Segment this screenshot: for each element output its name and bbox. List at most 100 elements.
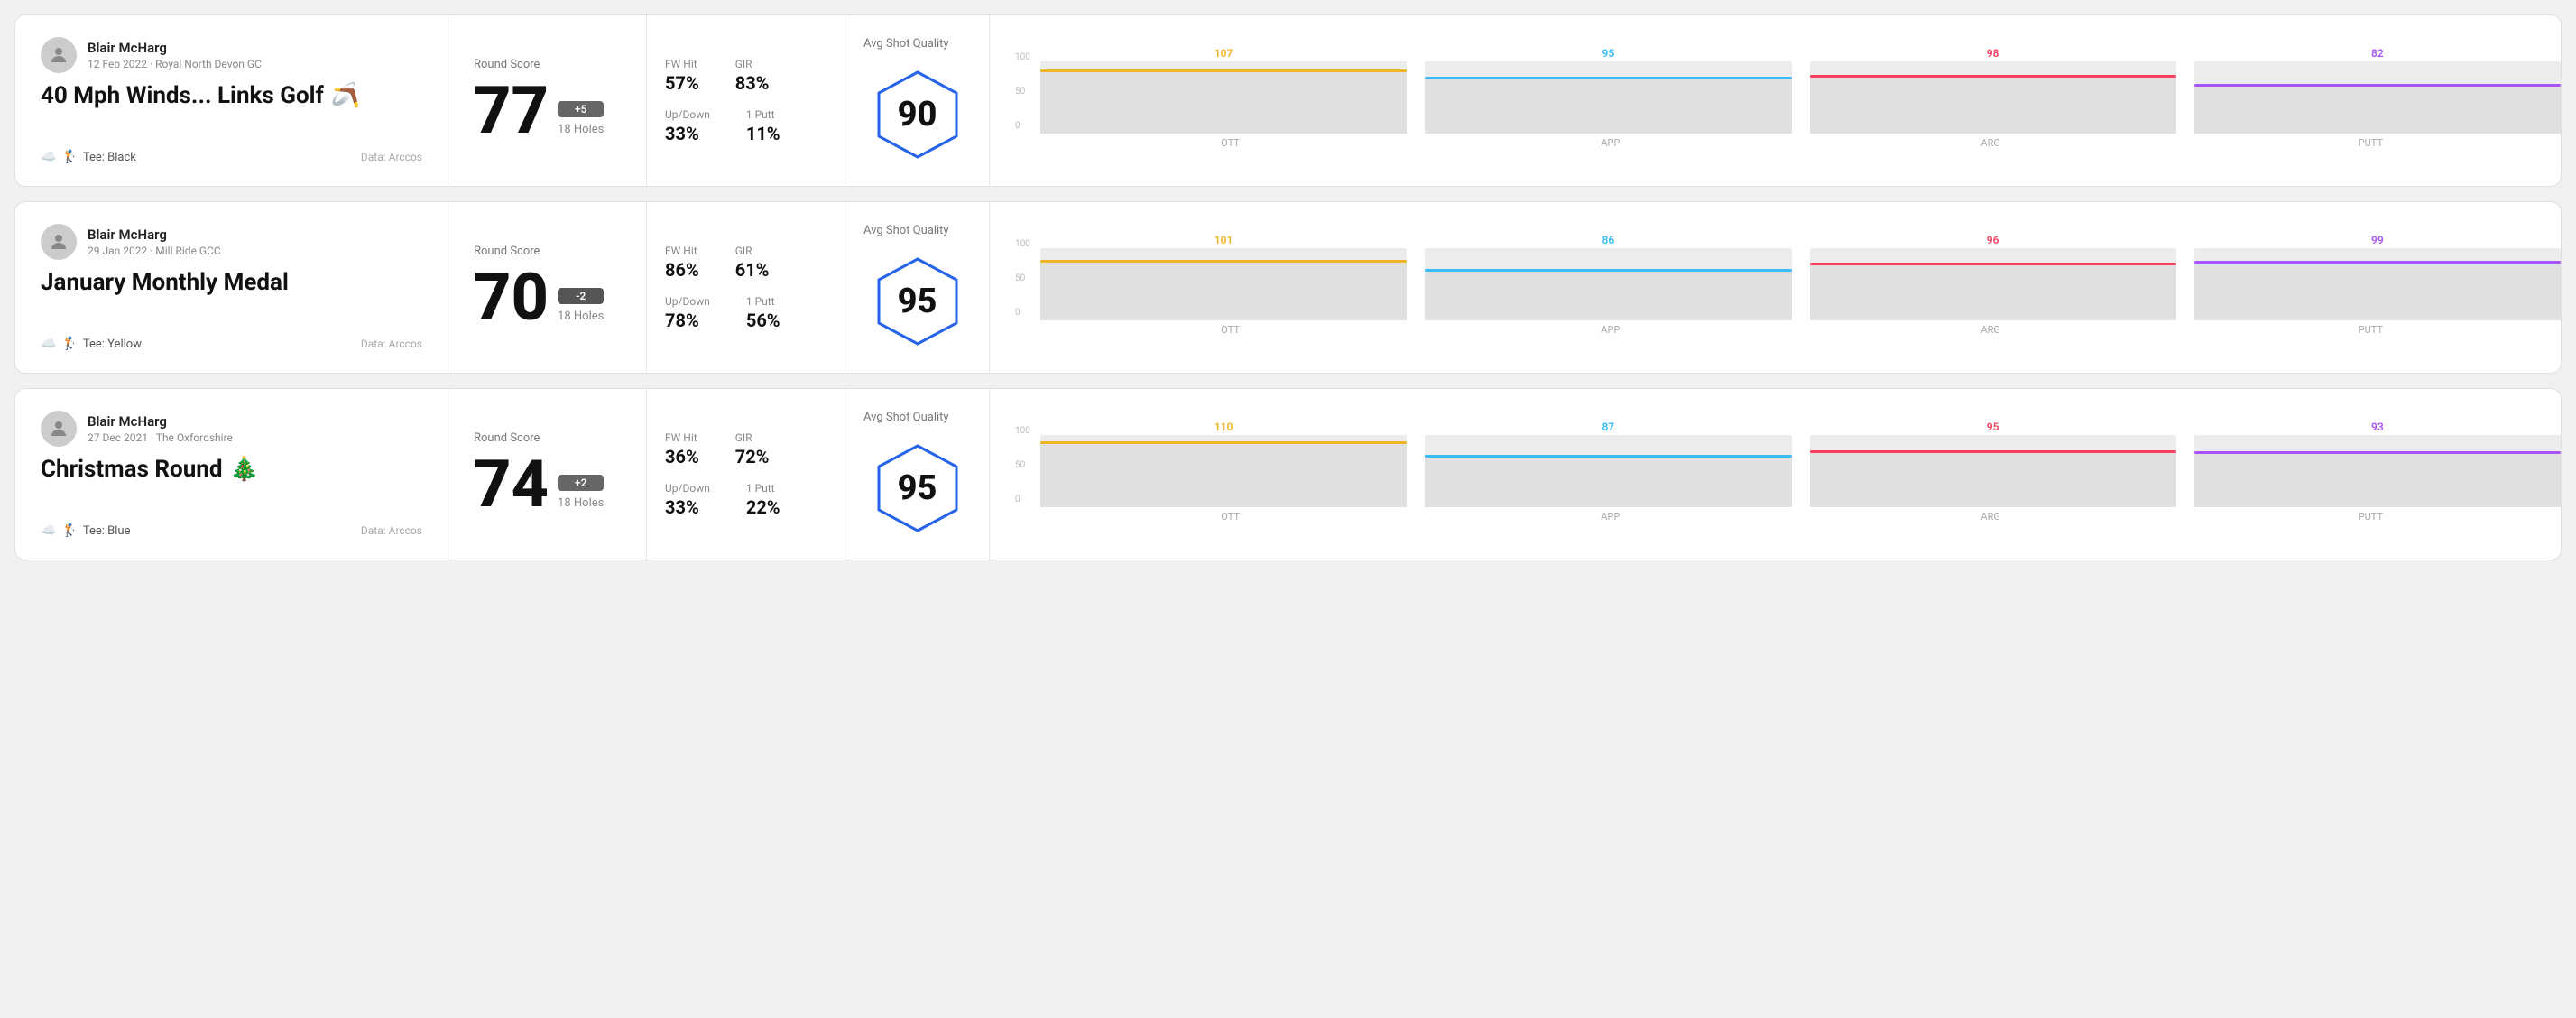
round-card-round-3: Blair McHarg 27 Dec 2021 · The Oxfordshi… [14,388,2562,560]
up-down-value: 33% [665,123,710,144]
up-down-value: 78% [665,310,710,331]
player-date: 12 Feb 2022 · Royal North Devon GC [88,58,262,70]
player-meta: Blair McHarg 27 Dec 2021 · The Oxfordshi… [88,413,233,444]
card-quality-section: Avg Shot Quality 90 [845,15,990,186]
quality-number: 90 [898,95,937,134]
fw-hit-value: 86% [665,259,699,281]
card-player-section: Blair McHarg 27 Dec 2021 · The Oxfordshi… [15,389,448,560]
up-down-label: Up/Down [665,295,710,308]
player-name: Blair McHarg [88,40,262,56]
player-date: 29 Jan 2022 · Mill Ride GCC [88,245,221,257]
fw-hit-label: FW Hit [665,58,699,70]
cloud-icon: ☁️ [41,523,56,538]
round-title: 40 Mph Winds... Links Golf 🪃 [41,82,422,109]
card-chart-section: 100500 110 87 [990,389,2561,560]
card-score-section: Round Score 74 +2 18 Holes [448,389,647,560]
one-putt-label: 1 Putt [746,295,780,308]
stats-row-bottom: Up/Down 78% 1 Putt 56% [665,295,826,331]
fw-hit-label: FW Hit [665,245,699,257]
avatar [41,224,77,260]
gir-value: 72% [735,446,770,467]
hexagon-container: 90 [868,65,967,164]
stat-one-putt: 1 Putt 56% [746,295,780,331]
card-footer: ☁️ 🏌️ Tee: Yellow Data: Arccos [41,337,422,351]
data-source: Data: Arccos [361,338,422,350]
stat-gir: GIR 83% [735,58,770,94]
one-putt-value: 11% [746,123,780,144]
player-meta: Blair McHarg 29 Jan 2022 · Mill Ride GCC [88,227,221,257]
tee-info: ☁️ 🏌️ Tee: Black [41,150,136,164]
score-number: 70 [474,265,549,330]
golf-bag-icon: 🏌️ [61,523,77,538]
card-chart-section: 100500 107 95 [990,15,2561,186]
one-putt-label: 1 Putt [746,108,780,121]
player-date: 27 Dec 2021 · The Oxfordshire [88,431,233,444]
tee-info: ☁️ 🏌️ Tee: Yellow [41,337,142,351]
player-name: Blair McHarg [88,227,221,243]
gir-label: GIR [735,245,770,257]
stat-fw-hit: FW Hit 36% [665,431,699,467]
title-emoji: 🪃 [331,82,360,109]
card-stats-section: FW Hit 36% GIR 72% Up/Down 33% 1 Putt 22… [647,389,845,560]
score-label: Round Score [474,245,621,258]
cloud-icon: ☁️ [41,337,56,351]
card-stats-section: FW Hit 57% GIR 83% Up/Down 33% 1 Putt 11… [647,15,845,186]
hexagon-container: 95 [868,252,967,351]
round-card-round-1: Blair McHarg 12 Feb 2022 · Royal North D… [14,14,2562,187]
player-info: Blair McHarg 27 Dec 2021 · The Oxfordshi… [41,411,422,447]
stat-gir: GIR 72% [735,431,770,467]
data-source: Data: Arccos [361,524,422,537]
stats-row-top: FW Hit 57% GIR 83% [665,58,826,94]
up-down-label: Up/Down [665,108,710,121]
quality-label: Avg Shot Quality [863,37,949,51]
stats-row-top: FW Hit 86% GIR 61% [665,245,826,281]
card-quality-section: Avg Shot Quality 95 [845,202,990,373]
score-row: 70 -2 18 Holes [474,265,621,330]
score-row: 77 +5 18 Holes [474,79,621,143]
quality-number: 95 [898,282,937,321]
fw-hit-label: FW Hit [665,431,699,444]
card-footer: ☁️ 🏌️ Tee: Blue Data: Arccos [41,523,422,538]
up-down-label: Up/Down [665,482,710,495]
stats-row-bottom: Up/Down 33% 1 Putt 11% [665,108,826,144]
stat-fw-hit: FW Hit 57% [665,58,699,94]
avatar [41,411,77,447]
holes-label: 18 Holes [558,123,604,136]
card-quality-section: Avg Shot Quality 95 [845,389,990,560]
round-title: Christmas Round 🎄 [41,456,422,483]
score-number: 77 [474,79,549,143]
up-down-value: 33% [665,496,710,518]
title-emoji: 🎄 [230,456,259,483]
stat-one-putt: 1 Putt 22% [746,482,780,518]
stats-row-bottom: Up/Down 33% 1 Putt 22% [665,482,826,518]
data-source: Data: Arccos [361,151,422,163]
stat-up-down: Up/Down 33% [665,482,710,518]
score-badge-area: +5 18 Holes [558,101,604,136]
fw-hit-value: 57% [665,72,699,94]
card-stats-section: FW Hit 86% GIR 61% Up/Down 78% 1 Putt 56… [647,202,845,373]
holes-label: 18 Holes [558,496,604,510]
tee-info: ☁️ 🏌️ Tee: Blue [41,523,130,538]
cloud-icon: ☁️ [41,150,56,164]
one-putt-value: 56% [746,310,780,331]
tee-label: Tee: Yellow [83,338,142,351]
player-meta: Blair McHarg 12 Feb 2022 · Royal North D… [88,40,262,70]
score-badge-area: +2 18 Holes [558,475,604,510]
player-info: Blair McHarg 12 Feb 2022 · Royal North D… [41,37,422,73]
stat-one-putt: 1 Putt 11% [746,108,780,144]
score-diff-badge: -2 [558,288,604,304]
avatar [41,37,77,73]
card-player-section: Blair McHarg 29 Jan 2022 · Mill Ride GCC… [15,202,448,373]
gir-value: 83% [735,72,770,94]
stat-fw-hit: FW Hit 86% [665,245,699,281]
score-diff-badge: +5 [558,101,604,117]
one-putt-label: 1 Putt [746,482,780,495]
stat-up-down: Up/Down 33% [665,108,710,144]
score-label: Round Score [474,58,621,71]
player-info: Blair McHarg 29 Jan 2022 · Mill Ride GCC [41,224,422,260]
gir-value: 61% [735,259,770,281]
player-name: Blair McHarg [88,413,233,430]
holes-label: 18 Holes [558,310,604,323]
tee-label: Tee: Black [83,151,136,164]
card-player-section: Blair McHarg 12 Feb 2022 · Royal North D… [15,15,448,186]
